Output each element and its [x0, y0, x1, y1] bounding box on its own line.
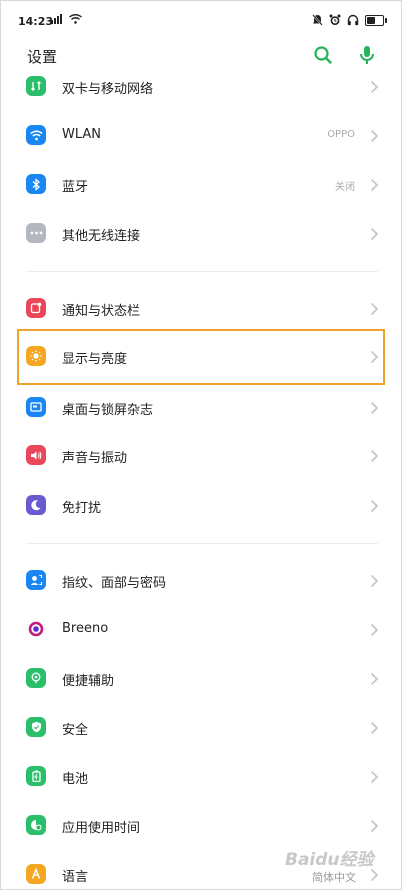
chevron-right-icon	[370, 128, 379, 143]
mute-icon	[312, 11, 323, 30]
row-fingerprint-face-password[interactable]: 指纹、面部与密码	[1, 557, 401, 606]
signal-icon	[51, 14, 65, 27]
headphone-icon	[347, 11, 359, 30]
wifi-status-icon	[69, 14, 82, 27]
chevron-right-icon	[370, 79, 379, 94]
row-bluetooth[interactable]: 蓝牙 关闭	[1, 161, 401, 210]
row-breeno[interactable]: Breeno	[1, 606, 401, 655]
row-label: 电池	[62, 772, 89, 787]
row-security[interactable]: 安全	[1, 704, 401, 753]
fingerprint-face-icon	[26, 570, 46, 590]
row-desktop-lockscreen[interactable]: 桌面与锁屏杂志	[1, 384, 401, 433]
row-label: 便捷辅助	[62, 674, 115, 689]
row-do-not-disturb[interactable]: 免打扰	[1, 482, 401, 531]
row-label: 语言	[62, 870, 89, 885]
row-convenience-assist[interactable]: 便捷辅助	[1, 655, 401, 704]
row-label: 安全	[62, 723, 89, 738]
row-battery[interactable]: 电池	[1, 753, 401, 802]
row-notification[interactable]: 通知与状态栏	[1, 285, 401, 334]
row-label: 应用使用时间	[62, 821, 141, 836]
row-wlan[interactable]: WLAN OPPO	[1, 112, 401, 161]
wifi-icon	[26, 125, 46, 145]
speaker-icon	[26, 445, 46, 465]
highlight-box	[17, 329, 385, 385]
wallpaper-icon	[26, 397, 46, 417]
language-icon	[26, 864, 46, 884]
row-sound-vibration[interactable]: 声音与振动	[1, 432, 401, 481]
row-app-usage-time[interactable]: 应用使用时间	[1, 802, 401, 851]
row-other-wireless[interactable]: 其他无线连接	[1, 210, 401, 259]
row-label: 声音与振动	[62, 451, 128, 466]
battery-icon	[26, 766, 46, 786]
moon-icon	[26, 495, 46, 515]
row-label: 双卡与移动网络	[62, 82, 154, 97]
chevron-right-icon	[370, 818, 379, 833]
shield-icon	[26, 717, 46, 737]
battery-status-icon	[365, 14, 384, 26]
section-divider	[26, 271, 378, 272]
chevron-right-icon	[370, 400, 379, 415]
chevron-right-icon	[370, 671, 379, 686]
chevron-right-icon	[370, 226, 379, 241]
row-label: 通知与状态栏	[62, 304, 141, 319]
chevron-right-icon	[370, 448, 379, 463]
chevron-right-icon	[370, 177, 379, 192]
status-bar: 14:23	[1, 1, 401, 41]
breeno-icon	[26, 619, 46, 639]
row-value: 关闭	[335, 182, 355, 193]
chevron-right-icon	[370, 301, 379, 316]
row-label: 指纹、面部与密码	[62, 576, 167, 591]
row-value: OPPO	[327, 129, 355, 140]
row-sim-network[interactable]: 双卡与移动网络	[1, 63, 401, 112]
bluetooth-icon	[26, 174, 46, 194]
app-usage-icon	[26, 815, 46, 835]
chevron-right-icon	[370, 622, 379, 637]
more-dots-icon	[26, 223, 46, 243]
phone-screen: 14:23 设置 双卡与移动网络 WLAN OPPO 蓝牙 关闭 其他无线连接 …	[0, 0, 402, 890]
assist-icon	[26, 668, 46, 688]
sim-card-icon	[26, 76, 46, 96]
row-label: 免打扰	[62, 501, 102, 516]
chevron-right-icon	[370, 720, 379, 735]
notification-icon	[26, 298, 46, 318]
watermark: Baidu经验	[285, 850, 374, 870]
row-label: 其他无线连接	[62, 229, 141, 244]
row-label: 桌面与锁屏杂志	[62, 403, 154, 418]
chevron-right-icon	[370, 573, 379, 588]
status-right-group	[312, 13, 387, 27]
chevron-right-icon	[370, 769, 379, 784]
status-time: 14:23	[18, 15, 54, 28]
row-label: WLAN	[62, 127, 102, 142]
row-label: 蓝牙	[62, 180, 89, 195]
chevron-right-icon	[370, 498, 379, 513]
row-value: 简体中文	[312, 871, 356, 884]
battery-tip	[385, 17, 387, 23]
section-divider	[26, 543, 378, 544]
alarm-icon	[329, 11, 341, 30]
row-label: Breeno	[62, 621, 109, 636]
